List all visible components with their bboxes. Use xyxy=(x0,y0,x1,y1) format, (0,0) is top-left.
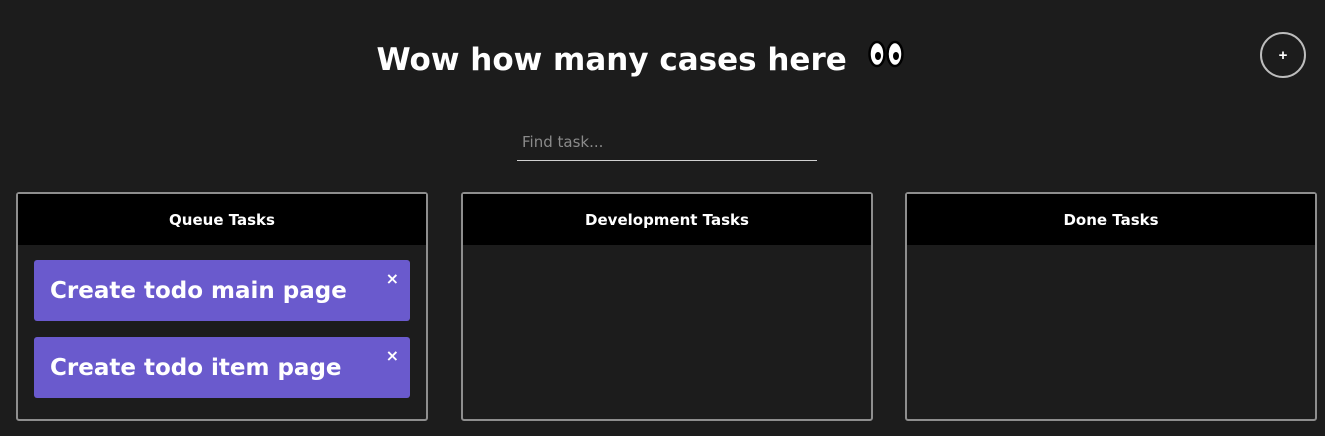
task-label: Create todo item page xyxy=(50,354,342,381)
task-list-done xyxy=(907,245,1315,260)
task-card[interactable]: Create todo main page × xyxy=(34,260,410,321)
task-card[interactable]: Create todo item page × xyxy=(34,337,410,398)
add-task-button[interactable]: + xyxy=(1260,32,1306,78)
plus-icon: + xyxy=(1278,46,1288,64)
close-icon[interactable]: × xyxy=(386,347,399,365)
column-header-done: Done Tasks xyxy=(907,194,1315,245)
column-header-development: Development Tasks xyxy=(463,194,871,245)
task-label: Create todo main page xyxy=(50,277,347,304)
column-title: Development Tasks xyxy=(585,210,749,229)
column-title: Queue Tasks xyxy=(169,210,275,229)
page-title-text: Wow how many cases here xyxy=(376,42,847,78)
page-title: Wow how many cases here xyxy=(0,40,1280,82)
close-icon[interactable]: × xyxy=(386,270,399,288)
search-input[interactable] xyxy=(517,124,817,161)
column-header-queue: Queue Tasks xyxy=(18,194,426,245)
column-queue: Queue Tasks Create todo main page × Crea… xyxy=(16,192,428,421)
task-list-queue: Create todo main page × Create todo item… xyxy=(18,245,426,398)
column-title: Done Tasks xyxy=(1063,210,1159,229)
column-done: Done Tasks xyxy=(905,192,1317,421)
task-list-development xyxy=(463,245,871,260)
column-development: Development Tasks xyxy=(461,192,873,421)
eyes-icon xyxy=(867,39,904,79)
